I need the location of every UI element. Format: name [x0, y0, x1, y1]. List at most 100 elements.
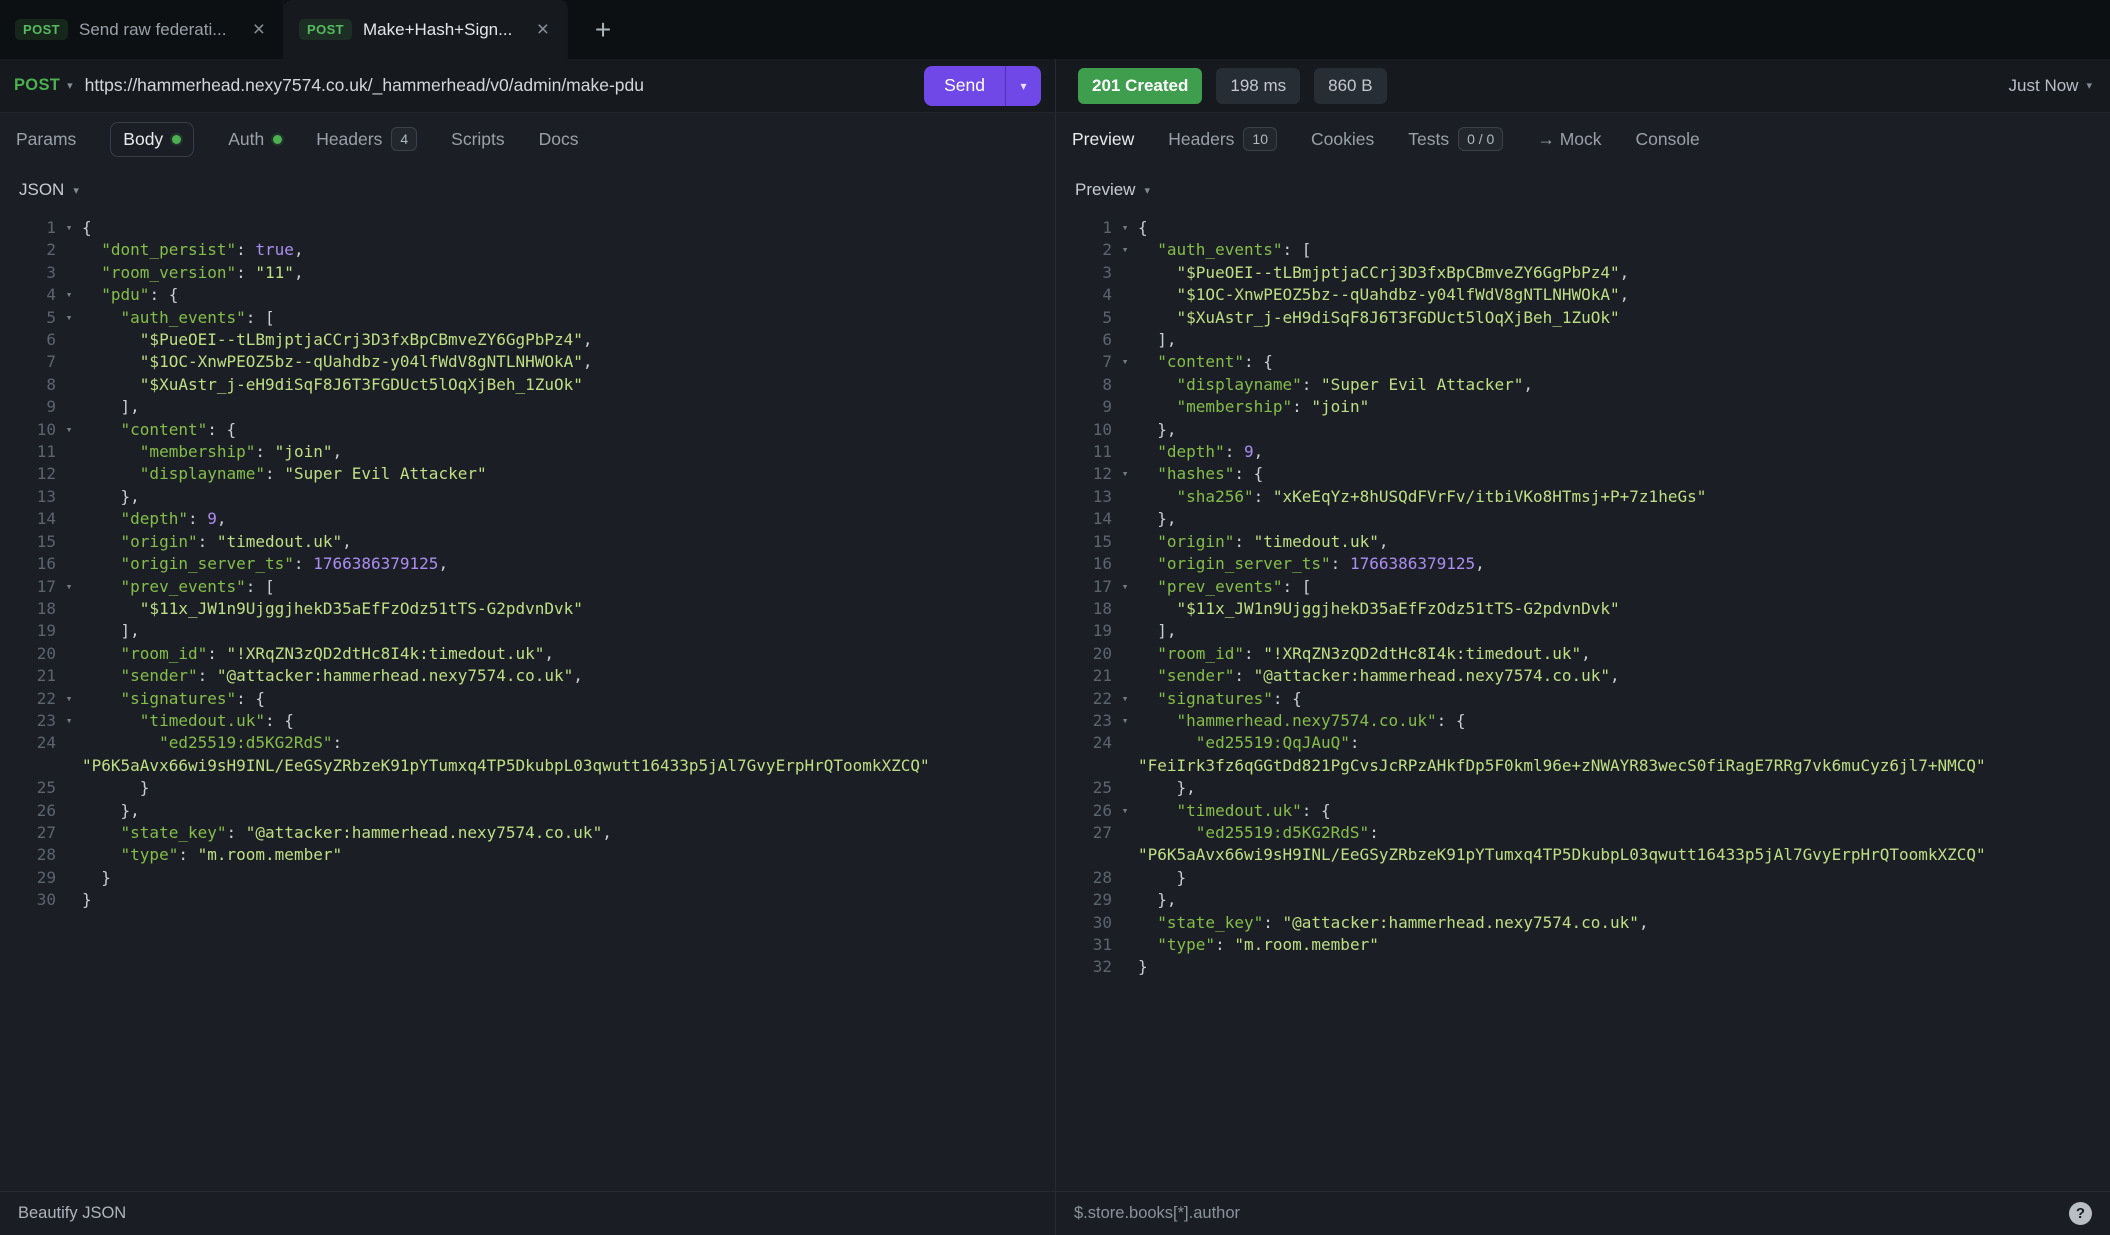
preview-mode-select[interactable]: Preview ▾ [1075, 180, 1150, 200]
fold-toggle-icon[interactable]: ▾ [1112, 688, 1138, 710]
code-line: 26 }, [0, 800, 1055, 822]
token-bool: true [255, 240, 294, 259]
response-tab-console[interactable]: Console [1636, 129, 1700, 150]
beautify-json-button[interactable]: Beautify JSON [18, 1204, 126, 1223]
method-select[interactable]: POST ▾ [14, 76, 73, 95]
tab-label: Docs [539, 129, 579, 150]
code-text: "$XuAstr_j-eH9diSqF8J6T3FGDUct5lOqXjBeh_… [1138, 307, 2110, 329]
token-punc: : [246, 308, 256, 327]
chevron-down-icon: ▾ [1144, 184, 1150, 197]
fold-gutter [1112, 396, 1138, 418]
request-tab[interactable]: POSTSend raw federati...× [0, 0, 284, 59]
token-punc: , [294, 263, 304, 282]
token-punc: : [1331, 554, 1341, 573]
line-number: 24 [1056, 732, 1112, 754]
code-line: 20 "room_id": "!XRqZN3zQD2dtHc8I4k:timed… [0, 643, 1055, 665]
line-number: 7 [0, 351, 56, 373]
request-tab-scripts[interactable]: Scripts [451, 129, 504, 150]
code-line: 25 }, [1056, 777, 2110, 799]
fold-toggle-icon[interactable]: ▾ [1112, 710, 1138, 732]
fold-toggle-icon[interactable]: ▾ [1112, 800, 1138, 822]
token-punc: : [1215, 935, 1225, 954]
request-tab[interactable]: POSTMake+Hash+Sign...× [284, 0, 568, 59]
code-text: "ed25519:d5KG2RdS": [1138, 822, 2110, 844]
token-punc: : [1234, 666, 1244, 685]
send-options-icon[interactable]: ▾ [1005, 66, 1041, 106]
line-number: 9 [0, 396, 56, 418]
fold-toggle-icon[interactable]: ▾ [1112, 576, 1138, 598]
token-punc: , [544, 644, 554, 663]
request-tab-auth[interactable]: Auth [228, 129, 282, 150]
fold-toggle-icon[interactable]: ▾ [56, 576, 82, 598]
code-text: "$11x_JW1n9UjggjhekD35aEfFzOdz51tTS-G2pd… [1138, 598, 2110, 620]
fold-toggle-icon[interactable]: ▾ [56, 688, 82, 710]
history-select[interactable]: Just Now ▾ [2009, 76, 2092, 96]
token-key: "content" [1157, 352, 1244, 371]
token-punc: : [227, 823, 237, 842]
fold-gutter [56, 262, 82, 284]
fold-toggle-icon[interactable]: ▾ [1112, 239, 1138, 261]
fold-toggle-icon[interactable]: ▾ [56, 217, 82, 239]
token-num: 1766386379125 [313, 554, 438, 573]
response-tab-cookies[interactable]: Cookies [1311, 129, 1374, 150]
response-tab-preview[interactable]: Preview [1072, 129, 1134, 150]
token-punc: { [1311, 801, 1330, 820]
line-number: 13 [0, 486, 56, 508]
code-line: 18 "$11x_JW1n9UjggjhekD35aEfFzOdz51tTS-G… [0, 598, 1055, 620]
code-text: "$PueOEI--tLBmjptjaCCrj3D3fxBpCBmveZY6Gg… [82, 329, 1055, 351]
token-punc: { [246, 689, 265, 708]
fold-toggle-icon[interactable]: ▾ [56, 284, 82, 306]
fold-toggle-icon[interactable]: ▾ [1112, 351, 1138, 373]
token-punc: ], [82, 397, 140, 416]
fold-gutter [1112, 419, 1138, 441]
token-punc [1138, 913, 1157, 932]
token-punc [265, 442, 275, 461]
response-body-viewer[interactable]: 1▾{2▾ "auth_events": [3 "$PueOEI--tLBmjp… [1056, 215, 2110, 1191]
status-badge: 201 Created [1078, 68, 1202, 104]
request-tab-docs[interactable]: Docs [539, 129, 579, 150]
code-line: 23▾ "hammerhead.nexy7574.co.uk": { [1056, 710, 2110, 732]
fold-toggle-icon[interactable]: ▾ [56, 307, 82, 329]
close-tab-icon[interactable]: × [534, 17, 552, 42]
request-tab-headers[interactable]: Headers4 [316, 127, 417, 151]
fold-toggle-icon[interactable]: ▾ [1112, 217, 1138, 239]
response-tab-headers[interactable]: Headers10 [1168, 127, 1277, 151]
token-punc: }, [1138, 509, 1177, 528]
token-punc [1138, 397, 1177, 416]
jsonpath-filter-input[interactable]: $.store.books[*].author [1074, 1204, 1240, 1223]
code-line: 11 "depth": 9, [1056, 441, 2110, 463]
fold-gutter [56, 351, 82, 373]
fold-toggle-icon[interactable]: ▾ [56, 419, 82, 441]
response-tab-mock[interactable]: → Mock [1537, 129, 1601, 150]
fold-toggle-icon[interactable]: ▾ [56, 710, 82, 732]
token-key: "origin" [1157, 532, 1234, 551]
code-text: "auth_events": [ [82, 307, 1055, 329]
fold-toggle-icon[interactable]: ▾ [1112, 463, 1138, 485]
body-type-select[interactable]: JSON ▾ [19, 180, 79, 200]
token-punc [1138, 711, 1177, 730]
token-str: "!XRqZN3zQD2dtHc8I4k:timedout.uk" [227, 644, 545, 663]
token-punc: : [188, 509, 198, 528]
token-str: "$11x_JW1n9UjggjhekD35aEfFzOdz51tTS-G2pd… [1177, 599, 1620, 618]
code-line: 20 "room_id": "!XRqZN3zQD2dtHc8I4k:timed… [1056, 643, 2110, 665]
response-status-bar: 201 Created 198 ms 860 B Just Now ▾ [1056, 59, 2110, 113]
code-text: "membership": "join" [1138, 396, 2110, 418]
code-line: 10 }, [1056, 419, 2110, 441]
help-icon[interactable]: ? [2069, 1202, 2092, 1225]
new-tab-button[interactable]: + [582, 9, 624, 51]
code-line: 27 "ed25519:d5KG2RdS": [1056, 822, 2110, 844]
response-pane: 201 Created 198 ms 860 B Just Now ▾ Prev… [1055, 59, 2110, 1235]
send-button[interactable]: Send ▾ [924, 66, 1041, 106]
token-punc [82, 577, 121, 596]
response-tab-tests[interactable]: Tests0 / 0 [1408, 127, 1503, 151]
request-tab-params[interactable]: Params [16, 129, 76, 150]
code-text: } [1138, 867, 2110, 889]
fold-gutter [56, 889, 82, 911]
response-editor-header: Preview ▾ [1056, 165, 2110, 215]
request-tab-body[interactable]: Body [110, 122, 194, 157]
close-tab-icon[interactable]: × [250, 17, 268, 42]
code-text: "depth": 9, [82, 508, 1055, 530]
token-key: "auth_events" [1157, 240, 1282, 259]
url-input[interactable]: https://hammerhead.nexy7574.co.uk/_hamme… [85, 75, 912, 96]
request-body-editor[interactable]: 1▾{2 "dont_persist": true,3 "room_versio… [0, 215, 1055, 1191]
